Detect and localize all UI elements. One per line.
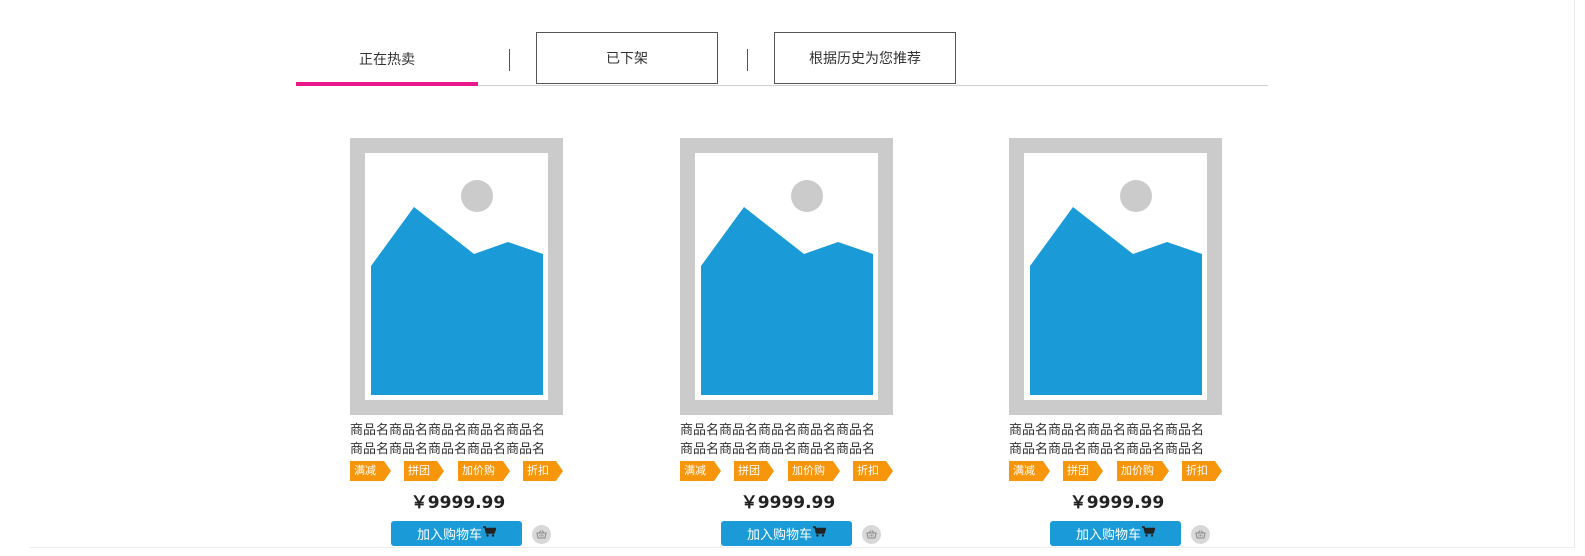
tab-recommended[interactable]: 根据历史为您推荐 (774, 32, 956, 84)
add-to-cart-button[interactable]: 加入购物车 (391, 521, 522, 546)
tab-separator (509, 49, 510, 71)
promo-tag: 拼团 (404, 461, 444, 481)
image-placeholder-icon[interactable] (1009, 138, 1222, 415)
shopping-cart-icon (483, 526, 497, 541)
product-name[interactable]: 商品名商品名商品名商品名商品名 商品名商品名商品名商品名商品名 (350, 421, 566, 459)
product-name-line: 商品名商品名商品名商品名商品名 (1009, 442, 1205, 457)
promo-tag: 满减 (680, 461, 721, 481)
promo-tag: 加价购 (458, 461, 510, 481)
promo-tag: 折扣 (1182, 461, 1222, 481)
add-to-cart-label: 加入购物车 (416, 528, 482, 543)
product-name-line: 商品名商品名商品名商品名商品名 (680, 423, 876, 438)
basket-icon[interactable] (862, 525, 881, 544)
promo-tag: 折扣 (523, 461, 563, 481)
product-name[interactable]: 商品名商品名商品名商品名商品名 商品名商品名商品名商品名商品名 (680, 421, 896, 459)
product-price: ￥9999.99 (410, 493, 506, 513)
promo-tag: 满减 (1009, 461, 1050, 481)
product-name[interactable]: 商品名商品名商品名商品名商品名 商品名商品名商品名商品名商品名 (1009, 421, 1225, 459)
promo-tag: 加价购 (788, 461, 840, 481)
tab-removed[interactable]: 已下架 (536, 32, 718, 84)
promo-tag: 拼团 (734, 461, 774, 481)
promo-tag: 加价购 (1117, 461, 1169, 481)
tab-label: 已下架 (606, 51, 648, 67)
image-placeholder-icon[interactable] (680, 138, 893, 415)
promo-tags: 满减 拼团 加价购 折扣 (1009, 461, 1225, 481)
promo-tag: 拼团 (1063, 461, 1103, 481)
add-to-cart-label: 加入购物车 (1075, 528, 1141, 543)
tab-label: 根据历史为您推荐 (809, 51, 921, 67)
tab-label: 正在热卖 (359, 52, 415, 68)
product-name-line: 商品名商品名商品名商品名商品名 (1009, 423, 1205, 438)
product-name-line: 商品名商品名商品名商品名商品名 (350, 423, 546, 438)
product-price: ￥9999.99 (1069, 493, 1165, 513)
page-bottom-divider (30, 547, 1575, 548)
image-placeholder-icon[interactable] (350, 138, 563, 415)
basket-icon[interactable] (532, 525, 551, 544)
add-to-cart-button[interactable]: 加入购物车 (721, 521, 852, 546)
active-tab-indicator (296, 82, 478, 86)
promo-tag: 折扣 (853, 461, 893, 481)
add-to-cart-button[interactable]: 加入购物车 (1050, 521, 1181, 546)
product-name-line: 商品名商品名商品名商品名商品名 (350, 442, 546, 457)
product-name-line: 商品名商品名商品名商品名商品名 (680, 442, 876, 457)
tab-on-sale[interactable]: 正在热卖 (296, 32, 478, 86)
tab-bar: 正在热卖 已下架 根据历史为您推荐 (296, 32, 1268, 86)
shopping-cart-icon (813, 526, 827, 541)
basket-icon[interactable] (1191, 525, 1210, 544)
promo-tags: 满减 拼团 加价购 折扣 (680, 461, 896, 481)
shopping-cart-icon (1142, 526, 1156, 541)
promo-tag: 满减 (350, 461, 391, 481)
page-right-divider (1574, 0, 1575, 547)
add-to-cart-label: 加入购物车 (746, 528, 812, 543)
promo-tags: 满减 拼团 加价购 折扣 (350, 461, 566, 481)
tab-separator (747, 49, 748, 71)
product-price: ￥9999.99 (740, 493, 836, 513)
